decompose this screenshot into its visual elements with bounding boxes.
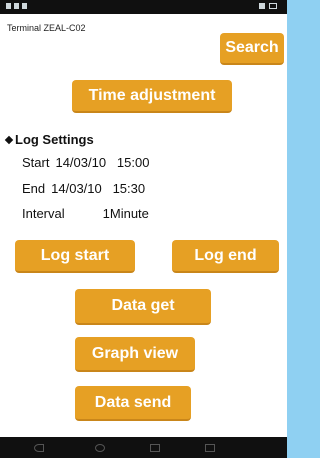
log-start-button[interactable]: Log start — [15, 240, 135, 273]
status-bar — [0, 0, 287, 14]
data-get-button[interactable]: Data get — [75, 289, 211, 325]
phone-screen: Terminal ZEAL-C02 Search Time adjustment… — [0, 0, 287, 458]
log-start-row: Start 14/03/10 15:00 — [22, 155, 149, 170]
wifi-icon — [259, 3, 265, 9]
log-end-label: End — [22, 181, 46, 196]
log-start-label: Start — [22, 155, 50, 170]
notification-icon — [6, 3, 11, 9]
graph-view-button[interactable]: Graph view — [75, 337, 195, 372]
recent-apps-icon[interactable] — [150, 444, 160, 452]
bullet-icon — [4, 135, 14, 144]
home-icon[interactable] — [95, 444, 105, 452]
back-icon[interactable] — [34, 444, 44, 452]
status-icons — [259, 3, 281, 9]
terminal-label: Terminal ZEAL-C02 — [7, 23, 86, 33]
log-end-value: 14/03/10 15:30 — [51, 181, 146, 196]
menu-icon[interactable] — [205, 444, 215, 452]
log-end-row: End 14/03/10 15:30 — [22, 181, 145, 196]
log-interval-row: Interval 1Minute — [22, 206, 149, 221]
log-end-button[interactable]: Log end — [172, 240, 279, 273]
log-settings-title: Log Settings — [15, 132, 94, 147]
navigation-bar — [0, 437, 287, 458]
log-settings-heading: Log Settings — [4, 132, 94, 147]
log-start-value: 14/03/10 15:00 — [55, 155, 150, 170]
battery-icon — [269, 3, 277, 9]
log-interval-value: 1Minute — [102, 206, 149, 221]
notification-icon — [14, 3, 19, 9]
time-adjustment-button[interactable]: Time adjustment — [72, 80, 232, 113]
data-send-button[interactable]: Data send — [75, 386, 191, 421]
notification-icon — [22, 3, 27, 9]
log-interval-label: Interval — [22, 206, 65, 221]
search-button[interactable]: Search — [220, 33, 284, 65]
notification-icons — [6, 3, 27, 9]
